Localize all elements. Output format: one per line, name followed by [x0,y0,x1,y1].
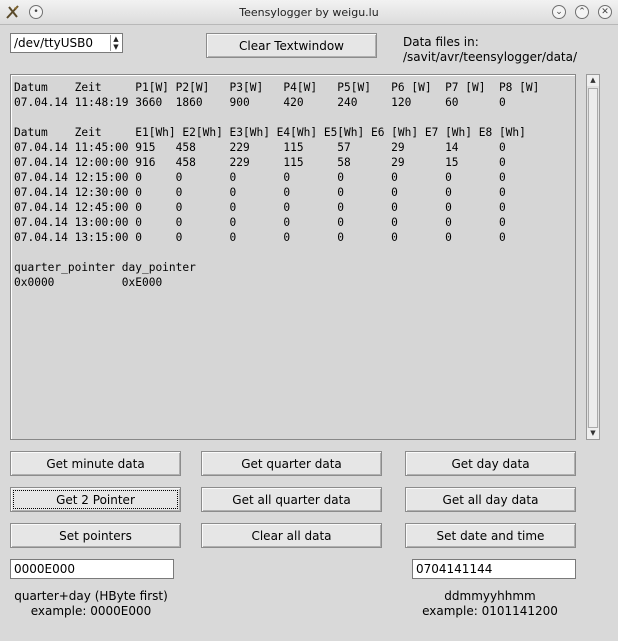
spin-up-icon[interactable]: ▲ [111,35,121,43]
text-line: 07.04.14 11:48:19 3660 1860 900 420 240 … [14,96,506,109]
text-line: 07.04.14 11:45:00 915 458 229 115 57 29 … [14,141,506,154]
title-bar[interactable]: • Teensylogger by weigu.lu ⌄ ⌃ ✕ [0,0,618,25]
text-line: Datum Zeit E1[Wh] E2[Wh] E3[Wh] E4[Wh] E… [14,126,526,139]
serial-port-input[interactable] [12,35,110,51]
clear-textwindow-button[interactable]: Clear Textwindow [206,33,377,58]
text-line: quarter_pointer day_pointer [14,261,196,274]
pointer-entry[interactable] [10,559,174,579]
data-files-label: Data files in: [403,35,479,49]
data-files-path: /savit/avr/teensylogger/data/ [403,50,578,64]
scroll-thumb[interactable] [588,88,598,428]
window-title: Teensylogger by weigu.lu [239,6,379,19]
get-all-quarter-data-button[interactable]: Get all quarter data [201,487,382,512]
scroll-down-icon[interactable]: ▼ [587,428,599,439]
set-pointers-button[interactable]: Set pointers [10,523,181,548]
date-caption-line1: ddmmyyhhmm [444,589,536,603]
get-minute-data-button[interactable]: Get minute data [10,451,181,476]
pointer-caption: quarter+day (HByte first) example: 0000E… [0,589,182,619]
serial-port-spinbox[interactable]: ▲ ▼ [10,33,123,53]
scroll-up-icon[interactable]: ▲ [587,75,599,86]
maximize-icon[interactable]: ⌃ [575,5,589,19]
text-window[interactable]: Datum Zeit P1[W] P2[W] P3[W] P4[W] P5[W]… [10,74,576,440]
get-2-pointer-button[interactable]: Get 2 Pointer [10,487,181,512]
spin-down-icon[interactable]: ▼ [111,43,121,51]
text-window-content: Datum Zeit P1[W] P2[W] P3[W] P4[W] P5[W]… [11,75,575,290]
get-all-day-data-button[interactable]: Get all day data [405,487,576,512]
text-line: 07.04.14 13:00:00 0 0 0 0 0 0 0 0 [14,216,506,229]
get-day-data-button[interactable]: Get day data [405,451,576,476]
text-line: 0x0000 0xE000 [14,276,163,289]
get-quarter-data-button[interactable]: Get quarter data [201,451,382,476]
text-line: Datum Zeit P1[W] P2[W] P3[W] P4[W] P5[W]… [14,81,540,94]
date-time-entry[interactable] [412,559,576,579]
pointer-caption-line1: quarter+day (HByte first) [14,589,168,603]
text-line: 07.04.14 12:45:00 0 0 0 0 0 0 0 0 [14,201,506,214]
text-line: 07.04.14 13:15:00 0 0 0 0 0 0 0 0 [14,231,506,244]
set-date-time-button[interactable]: Set date and time [405,523,576,548]
spin-arrows[interactable]: ▲ ▼ [110,35,121,51]
pointer-caption-line2: example: 0000E000 [30,604,152,618]
text-line: 07.04.14 12:15:00 0 0 0 0 0 0 0 0 [14,171,506,184]
text-line: 07.04.14 12:30:00 0 0 0 0 0 0 0 0 [14,186,506,199]
minimize-icon[interactable]: ⌄ [552,5,566,19]
vertical-scrollbar[interactable]: ▲ ▼ [586,74,600,440]
date-caption: ddmmyyhhmm example: 0101141200 [400,589,580,619]
text-line: 07.04.14 12:00:00 916 458 229 115 58 29 … [14,156,506,169]
clear-all-data-button[interactable]: Clear all data [201,523,382,548]
close-icon[interactable]: ✕ [598,5,612,19]
date-caption-line2: example: 0101141200 [422,604,558,618]
